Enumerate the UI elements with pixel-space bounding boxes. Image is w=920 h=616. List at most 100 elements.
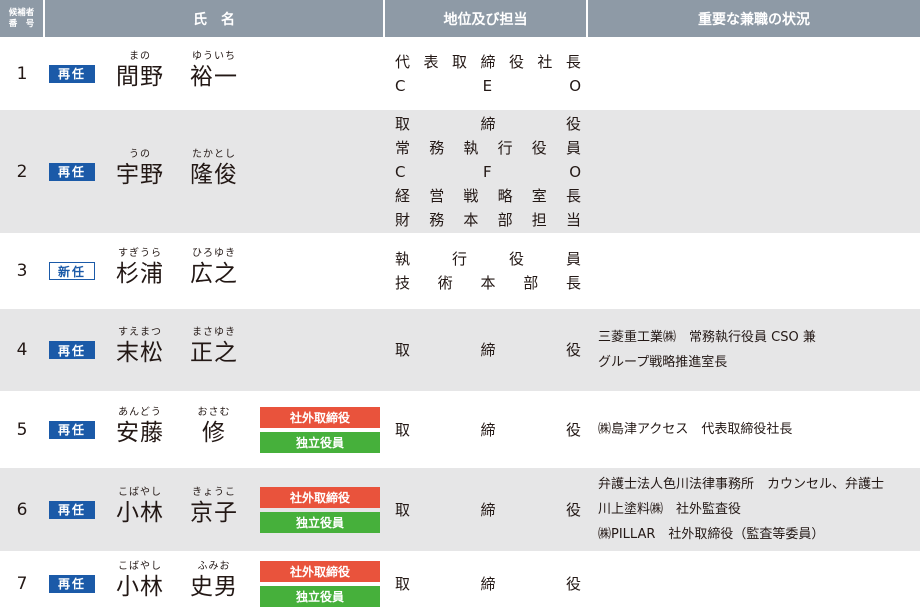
position-char: 代	[395, 52, 411, 71]
candidate-number: 1	[16, 63, 28, 84]
given-name: おさむ修	[184, 407, 244, 447]
given-name: ふみお 史男	[184, 561, 244, 601]
position-line: 取締役	[395, 572, 581, 596]
position-char: 役	[531, 138, 547, 157]
surname: こばやし 小林	[110, 561, 170, 601]
position-line: 技術本部長	[395, 271, 581, 295]
position-char: 担	[531, 210, 547, 229]
given-name-text: 正之	[190, 340, 238, 366]
position-char: 常	[395, 138, 411, 157]
position-char: 締	[480, 341, 496, 359]
position-line: 経営戦略室長	[395, 184, 581, 208]
given-name-ruby: ゆういち	[192, 50, 236, 62]
status-badge: 再任	[49, 420, 95, 439]
surname: うの 宇野	[110, 149, 170, 189]
surname-text: 宇野	[116, 161, 164, 188]
surname-ruby: うの	[129, 148, 151, 160]
header-concurrent: 重要な兼職の状況	[588, 0, 920, 37]
surname-ruby: こばやし	[118, 486, 162, 498]
position-char: 締	[480, 574, 496, 593]
position-char: 術	[437, 274, 453, 292]
position-char: 員	[565, 250, 581, 268]
given-name: ひろゆき 広之	[184, 248, 244, 288]
position-cell: 代表取締役社長 C E O	[395, 50, 581, 98]
header-name: 氏 名	[45, 0, 383, 37]
position-char: 当	[565, 210, 581, 229]
position-char: 取	[395, 574, 411, 593]
surname-ruby: すぎうら	[118, 248, 162, 259]
surname: すぎうら 杉浦	[110, 248, 170, 288]
position-char: 執	[395, 250, 411, 268]
surname-text: 間野	[116, 63, 164, 90]
position-char: 行	[497, 138, 513, 157]
given-name-text: 京子	[190, 499, 238, 526]
given-name-ruby: たかとし	[192, 148, 236, 160]
concurrent-cell: ㈱島津アクセス 代表取締役社長	[598, 417, 916, 442]
position-line: 取締役	[395, 498, 581, 522]
position-char: 長	[565, 52, 581, 71]
candidate-number: 5	[16, 419, 28, 440]
concurrent-cell: 弁護士法人色川法律事務所 カウンセル、弁護士 川上塗料㈱ 社外監査役 ㈱PILLAR…	[598, 472, 916, 547]
concurrent-cell: 三菱重工業㈱ 常務執行役員 CSO 兼グループ戦略推進室長	[598, 325, 916, 375]
position-char: 役	[508, 250, 524, 268]
candidate-row: 2 再任 うの 宇野 たかとし 隆俊取締役常務執行役員 C F O 経営戦略室長財務本部担当	[0, 110, 920, 233]
given-name: きょうこ 京子	[184, 487, 244, 527]
position-char: 役	[565, 420, 581, 439]
position-line: 執行役員	[395, 247, 581, 271]
header-number: 候補者 番 号	[0, 0, 43, 37]
concurrent-line: 三菱重工業㈱ 常務執行役員 CSO 兼	[598, 330, 816, 345]
candidate-row: 1 再任 まの 間野 ゆういち 裕一代表取締役社長 C E O	[0, 37, 920, 110]
header-number-line2: 番 号	[8, 18, 35, 29]
surname-text: 末松	[116, 340, 164, 366]
given-name-text: 広之	[190, 261, 238, 287]
surname-text: 安藤	[116, 419, 164, 446]
position-line: CFO	[395, 160, 581, 184]
position-line: 常務執行役員	[395, 136, 581, 160]
header-position: 地位及び担当	[385, 0, 586, 37]
position-char: 執	[463, 138, 479, 157]
given-name-text: 隆俊	[190, 161, 238, 188]
position-cell: 取締役常務執行役員CFO経営戦略室長財務本部担当	[395, 112, 581, 232]
given-name: まさゆき 正之	[184, 327, 244, 367]
position-char: 締	[480, 420, 496, 439]
header-number-line1: 候補者	[8, 7, 35, 18]
position-char: 締	[480, 500, 496, 519]
position-char: O	[569, 76, 581, 95]
surname: すえまつ 末松	[110, 327, 170, 367]
given-name-text: 史男	[190, 573, 238, 600]
position-char: C	[395, 76, 406, 95]
candidate-row: 3 新任 すぎうら 杉浦 ひろゆき 広之執行役員技術本部長	[0, 233, 920, 309]
position-char: 社	[537, 52, 553, 71]
position-char: 本	[480, 274, 496, 292]
position-char: F	[483, 162, 492, 181]
position-char: 取	[451, 52, 467, 71]
given-name-ruby: ふみお	[197, 560, 231, 572]
position-cell: 執 行 役 員技 術 本 部 長	[395, 247, 581, 295]
position-line: 取締役	[395, 112, 581, 136]
candidate-row: 4 再任 すえまつ 末松 まさゆき 正之取締役三菱重工業㈱ 常務執行役員 CSO 兼グルー…	[0, 309, 920, 391]
surname: こばやし 小林	[110, 487, 170, 527]
surname: あんどう 安藤	[110, 407, 170, 447]
surname-ruby: まの	[129, 50, 151, 62]
candidate-number: 7	[16, 573, 28, 594]
position-char: 役	[565, 574, 581, 593]
outside-director-tag: 社外取締役	[260, 560, 380, 582]
position-char: O	[569, 162, 581, 181]
position-cell: 取締役	[395, 572, 581, 596]
independent-officer-tag: 独立役員	[260, 431, 380, 453]
position-line: 代表取締役社長	[395, 50, 581, 74]
position-line: 取締役	[395, 418, 581, 442]
position-char: 役	[565, 341, 581, 359]
position-char: 部	[497, 210, 513, 229]
position-cell: 取締役	[395, 498, 581, 522]
given-name-ruby: ひろゆき	[192, 248, 236, 259]
concurrent-line: 川上塗料㈱ 社外監査役	[598, 502, 742, 517]
given-name: ゆういち 裕一	[184, 51, 244, 91]
surname: まの 間野	[110, 51, 170, 91]
position-char: 取	[395, 420, 411, 439]
position-char: 経	[395, 186, 411, 205]
surname-text: 小林	[116, 573, 164, 600]
candidate-row: 5 再任 あんどう 安藤 おさむ修社外取締役 独立役員取締役㈱島津アクセス 代表取締役社長	[0, 391, 920, 468]
position-cell: 取締役	[395, 338, 581, 362]
position-char: 役	[565, 500, 581, 519]
